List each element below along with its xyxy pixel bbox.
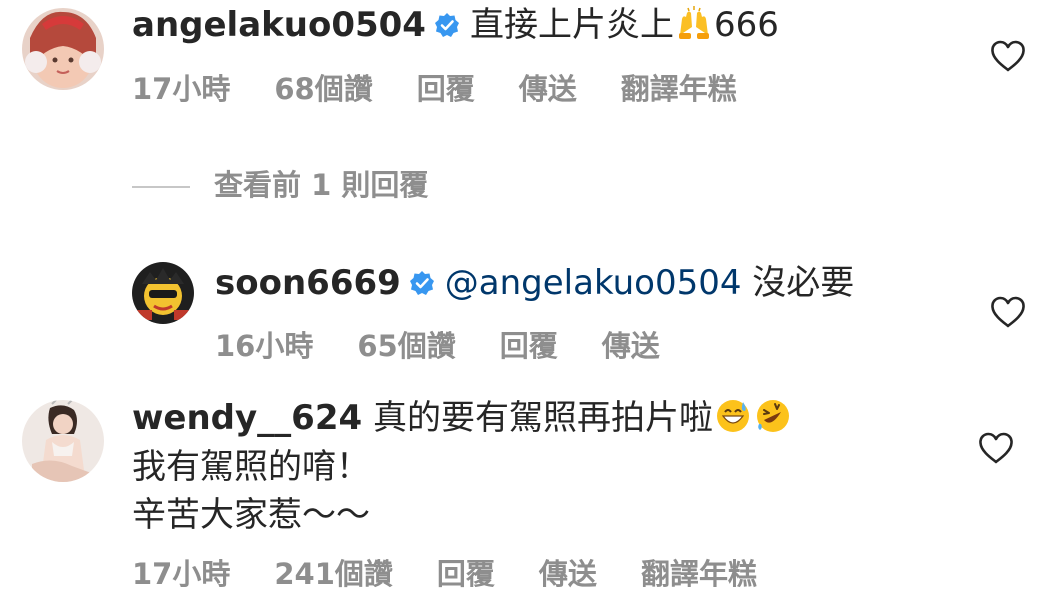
verified-badge-icon <box>434 12 460 38</box>
translate-button[interactable]: 翻譯年糕 <box>621 72 737 106</box>
likes-count[interactable]: 68個讚 <box>274 72 372 106</box>
username[interactable]: soon6669 <box>215 263 401 303</box>
comment-text-suffix: 666 <box>713 5 779 45</box>
view-replies-link[interactable]: 查看前 1 則回覆 <box>132 168 428 202</box>
timestamp: 17小時 <box>132 72 231 106</box>
likes-count[interactable]: 241個讚 <box>274 557 393 591</box>
comment-text: 真的要有駕照再拍片啦 <box>372 398 713 438</box>
comment-line: angelakuo0504 直接上片炎上 666 <box>132 4 779 46</box>
mention-link[interactable]: @angelakuo0504 <box>445 263 742 303</box>
reply-button[interactable]: 回覆 <box>417 72 475 106</box>
send-button[interactable]: 傳送 <box>539 557 597 591</box>
send-button[interactable]: 傳送 <box>519 72 577 106</box>
reply-button[interactable]: 回覆 <box>500 329 558 363</box>
like-heart-icon[interactable] <box>978 432 1014 464</box>
comment-meta: 16小時 65個讚 回覆 傳送 <box>215 329 704 363</box>
comment-text-line-2: 我有駕照的唷！ <box>132 447 370 487</box>
username[interactable]: wendy__624 <box>132 398 362 438</box>
avatar[interactable] <box>132 262 194 324</box>
like-heart-icon[interactable] <box>990 40 1026 72</box>
comment-meta: 17小時 241個讚 回覆 傳送 翻譯年糕 <box>132 557 801 591</box>
reply-button[interactable]: 回覆 <box>437 557 495 591</box>
comment-line: soon6669 @angelakuo0504 沒必要 <box>215 262 854 304</box>
timestamp: 16小時 <box>215 329 314 363</box>
comment-line: wendy__624 真的要有駕照再拍片啦 <box>132 397 793 439</box>
comment-text: 沒必要 <box>752 263 855 303</box>
comment-text-line-3: 辛苦大家惹～～ <box>132 495 370 535</box>
username[interactable]: angelakuo0504 <box>132 5 426 45</box>
like-heart-icon[interactable] <box>990 296 1026 328</box>
translate-button[interactable]: 翻譯年糕 <box>641 557 757 591</box>
send-button[interactable]: 傳送 <box>602 329 660 363</box>
divider <box>132 186 190 188</box>
avatar[interactable] <box>22 400 104 482</box>
rolling-laughing-emoji-icon <box>755 398 791 434</box>
comment-text: 直接上片炎上 <box>469 5 674 45</box>
verified-badge-icon <box>409 270 435 296</box>
grinning-sweat-emoji-icon <box>715 398 751 434</box>
comments-panel: angelakuo0504 直接上片炎上 666 17小時 68個讚 回覆 傳送 翻譯年糕 … <box>0 0 1060 596</box>
avatar[interactable] <box>22 8 104 90</box>
likes-count[interactable]: 65個讚 <box>357 329 455 363</box>
timestamp: 17小時 <box>132 557 231 591</box>
comment-meta: 17小時 68個讚 回覆 傳送 翻譯年糕 <box>132 72 781 106</box>
raising-hands-emoji-icon <box>676 5 712 41</box>
view-replies-label: 查看前 1 則回覆 <box>214 168 429 202</box>
